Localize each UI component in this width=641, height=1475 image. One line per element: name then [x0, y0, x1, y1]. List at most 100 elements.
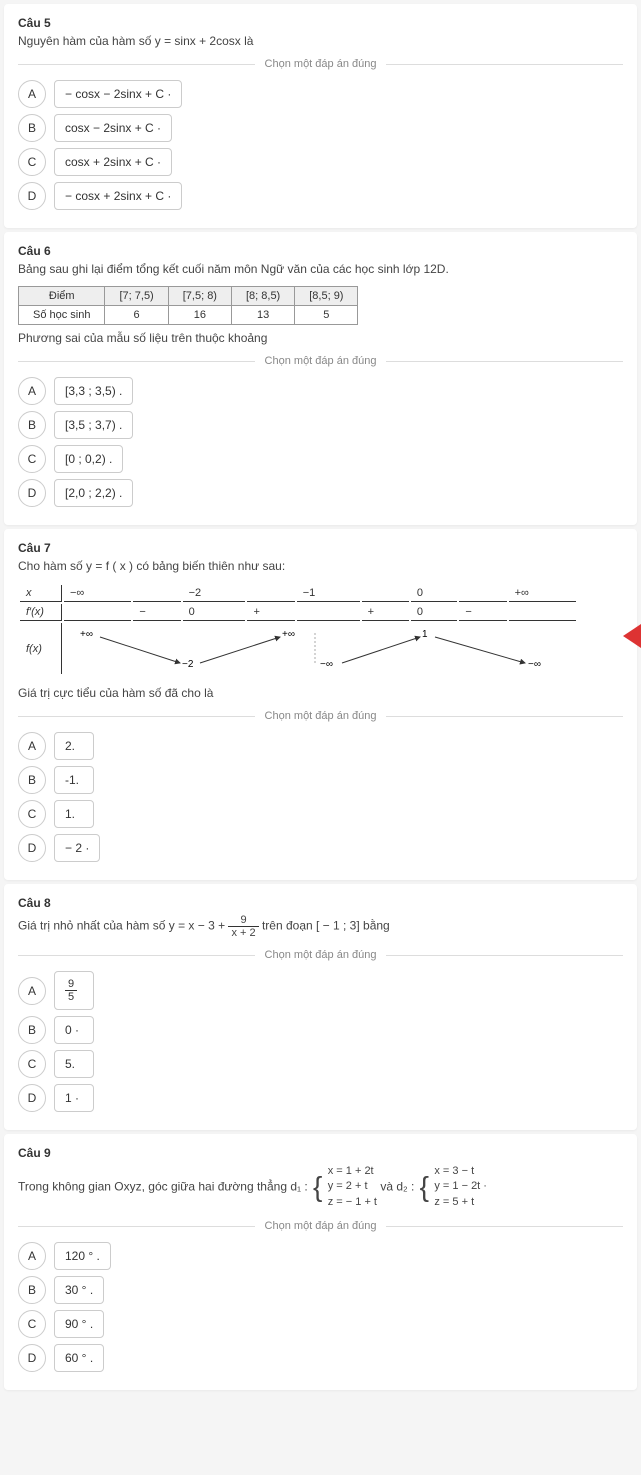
option-value[interactable]: cosx + 2sinx + C · — [54, 148, 172, 176]
option-letter[interactable]: B — [18, 114, 46, 142]
option-a[interactable]: A 2. — [18, 732, 623, 760]
option-a[interactable]: A 95 — [18, 971, 623, 1010]
question-substem: Phương sai của mẫu số liệu trên thuộc kh… — [18, 331, 623, 345]
option-value[interactable]: -1. — [54, 766, 94, 794]
option-b[interactable]: B [3,5 ; 3,7) . — [18, 411, 623, 439]
option-letter[interactable]: A — [18, 377, 46, 405]
option-value[interactable]: 1. — [54, 800, 94, 828]
left-brace-icon: { — [420, 1173, 429, 1201]
svg-text:+∞: +∞ — [80, 629, 93, 640]
option-a[interactable]: A [3,3 ; 3,5) . — [18, 377, 623, 405]
divider — [386, 1226, 623, 1227]
table-cell: 16 — [168, 306, 231, 325]
option-letter[interactable]: D — [18, 1084, 46, 1112]
option-value[interactable]: 60 ° . — [54, 1344, 104, 1372]
fraction: 95 — [65, 978, 77, 1003]
option-d[interactable]: D 1 · — [18, 1084, 623, 1112]
table-cell: 0 — [183, 604, 246, 621]
option-c[interactable]: Ccosx + 2sinx + C · — [18, 148, 623, 176]
equation-line: z = − 1 + t — [328, 1195, 377, 1210]
option-value[interactable]: 1 · — [54, 1084, 94, 1112]
option-b[interactable]: B -1. — [18, 766, 623, 794]
option-c[interactable]: C 1. — [18, 800, 623, 828]
option-b[interactable]: B 30 ° . — [18, 1276, 623, 1304]
option-letter[interactable]: C — [18, 800, 46, 828]
stem-text: Giá trị nhỏ nhất của hàm số y = x − 3 + — [18, 919, 228, 933]
option-letter[interactable]: C — [18, 445, 46, 473]
option-letter[interactable]: B — [18, 1276, 46, 1304]
option-d[interactable]: D − 2 · — [18, 834, 623, 862]
instruction-text: Chọn một đáp án đúng — [255, 710, 387, 722]
question-stem: Giá trị nhỏ nhất của hàm số y = x − 3 + … — [18, 914, 623, 939]
svg-text:−∞: −∞ — [320, 659, 333, 669]
option-value[interactable]: [2,0 ; 2,2) . — [54, 479, 133, 507]
option-letter[interactable]: A — [18, 80, 46, 108]
fraction-numerator: 9 — [65, 978, 77, 991]
option-letter[interactable]: C — [18, 1310, 46, 1338]
svg-text:1: 1 — [422, 629, 428, 640]
option-c[interactable]: C [0 ; 0,2) . — [18, 445, 623, 473]
option-value[interactable]: − cosx − 2sinx + C · — [54, 80, 182, 108]
option-value[interactable]: 2. — [54, 732, 94, 760]
option-d[interactable]: D 60 ° . — [18, 1344, 623, 1372]
table-cell: −2 — [183, 585, 246, 602]
option-letter[interactable]: B — [18, 1016, 46, 1044]
question-title: Câu 8 — [18, 896, 623, 910]
instruction-text: Chọn một đáp án đúng — [255, 949, 387, 961]
svg-text:+∞: +∞ — [282, 629, 295, 640]
option-value[interactable]: 90 ° . — [54, 1310, 104, 1338]
question-9: Câu 9 Trong không gian Oxyz, góc giữa ha… — [4, 1134, 637, 1390]
option-value[interactable]: − 2 · — [54, 834, 100, 862]
option-c[interactable]: C 5. — [18, 1050, 623, 1078]
option-d[interactable]: D [2,0 ; 2,2) . — [18, 479, 623, 507]
table-cell — [297, 604, 360, 621]
instruction-row: Chọn một đáp án đúng — [18, 355, 623, 367]
option-letter[interactable]: C — [18, 148, 46, 176]
option-value[interactable]: [3,5 ; 3,7) . — [54, 411, 133, 439]
table-cell: −∞ — [64, 585, 131, 602]
divider — [386, 64, 623, 65]
option-c[interactable]: C 90 ° . — [18, 1310, 623, 1338]
fraction-numerator: 9 — [228, 914, 258, 927]
option-letter[interactable]: D — [18, 479, 46, 507]
option-b[interactable]: Bcosx − 2sinx + C · — [18, 114, 623, 142]
option-value[interactable]: cosx − 2sinx + C · — [54, 114, 172, 142]
option-b[interactable]: B 0 · — [18, 1016, 623, 1044]
option-letter[interactable]: A — [18, 977, 46, 1005]
option-letter[interactable]: D — [18, 834, 46, 862]
option-value[interactable]: [3,3 ; 3,5) . — [54, 377, 133, 405]
option-letter[interactable]: D — [18, 182, 46, 210]
equation-line: x = 3 − t — [434, 1164, 487, 1179]
table-row: Điểm [7; 7,5) [7,5; 8) [8; 8,5) [8,5; 9) — [19, 287, 358, 306]
row-label: f(x) — [20, 623, 62, 674]
question-title: Câu 7 — [18, 541, 623, 555]
option-value[interactable]: 95 — [54, 971, 94, 1010]
question-5: Câu 5 Nguyên hàm của hàm số y = sinx + 2… — [4, 4, 637, 228]
instruction-text: Chọn một đáp án đúng — [255, 58, 387, 70]
fraction-denominator: 5 — [65, 991, 77, 1003]
instruction-row: Chọn một đáp án đúng — [18, 1220, 623, 1232]
option-value[interactable]: − cosx + 2sinx + C · — [54, 182, 182, 210]
option-letter[interactable]: D — [18, 1344, 46, 1372]
option-a[interactable]: A 120 ° . — [18, 1242, 623, 1270]
table-cell: 5 — [295, 306, 358, 325]
option-value[interactable]: 5. — [54, 1050, 94, 1078]
instruction-row: Chọn một đáp án đúng — [18, 710, 623, 722]
option-value[interactable]: 0 · — [54, 1016, 94, 1044]
question-stem: Cho hàm số y = f ( x ) có bảng biến thiê… — [18, 559, 623, 573]
equation-line: y = 2 + t — [328, 1179, 377, 1194]
option-letter[interactable]: A — [18, 732, 46, 760]
option-letter[interactable]: B — [18, 766, 46, 794]
option-letter[interactable]: B — [18, 411, 46, 439]
option-letter[interactable]: C — [18, 1050, 46, 1078]
instruction-row: Chọn một đáp án đúng — [18, 58, 623, 70]
option-d[interactable]: D − cosx + 2sinx + C · — [18, 182, 623, 210]
option-a[interactable]: A − cosx − 2sinx + C · — [18, 80, 623, 108]
option-value[interactable]: 30 ° . — [54, 1276, 104, 1304]
option-value[interactable]: 120 ° . — [54, 1242, 111, 1270]
question-6: Câu 6 Bảng sau ghi lại điểm tổng kết cuố… — [4, 232, 637, 525]
option-letter[interactable]: A — [18, 1242, 46, 1270]
variation-table: x −∞ −2 −1 0 +∞ f′(x) − 0 + + 0 − f(x) — [18, 583, 578, 676]
svg-text:−2: −2 — [182, 659, 194, 669]
option-value[interactable]: [0 ; 0,2) . — [54, 445, 123, 473]
